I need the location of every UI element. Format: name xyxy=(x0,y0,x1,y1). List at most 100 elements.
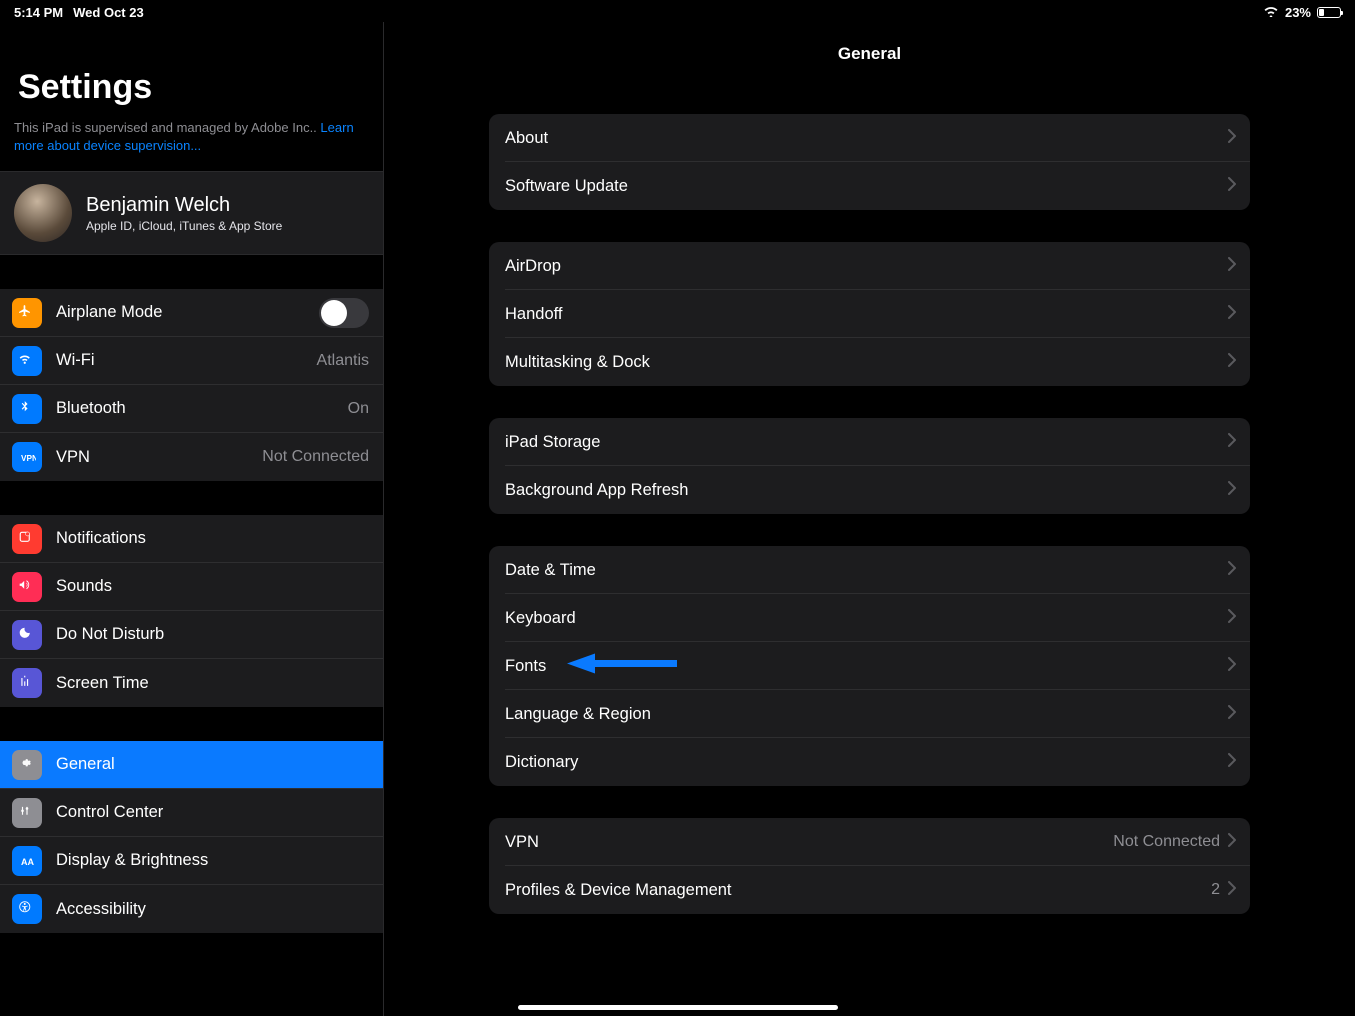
notifications-icon xyxy=(12,524,42,554)
chevron-right-icon xyxy=(1228,561,1236,580)
sidebar-item-label: Wi-Fi xyxy=(56,351,303,370)
profile-name: Benjamin Welch xyxy=(86,194,282,217)
sidebar-item-label: Notifications xyxy=(56,529,369,548)
sidebar-item-value: Atlantis xyxy=(317,352,369,370)
home-indicator[interactable] xyxy=(518,1005,838,1010)
sounds-icon xyxy=(12,572,42,602)
content-row-language-region[interactable]: Language & Region xyxy=(489,690,1250,738)
airplane-icon xyxy=(12,298,42,328)
sidebar-item-label: Sounds xyxy=(56,577,369,596)
sidebar-item-sounds[interactable]: Sounds xyxy=(0,563,383,611)
sidebar-item-notifications[interactable]: Notifications xyxy=(0,515,383,563)
content-value: Not Connected xyxy=(1113,833,1220,851)
sidebar-item-value: On xyxy=(348,400,369,418)
sidebar-item-display[interactable]: AA Display & Brightness xyxy=(0,837,383,885)
sidebar-item-label: Control Center xyxy=(56,803,369,822)
chevron-right-icon xyxy=(1228,753,1236,772)
content-label: Language & Region xyxy=(505,705,1228,724)
sidebar-item-label: Airplane Mode xyxy=(56,303,305,322)
sidebar-item-label: Bluetooth xyxy=(56,399,334,418)
chevron-right-icon xyxy=(1228,833,1236,852)
accessibility-icon xyxy=(12,894,42,924)
sidebar-item-airplane[interactable]: Airplane Mode xyxy=(0,289,383,337)
profile-subtitle: Apple ID, iCloud, iTunes & App Store xyxy=(86,219,282,233)
content-row-multitasking-dock[interactable]: Multitasking & Dock xyxy=(489,338,1250,386)
sidebar-item-label: General xyxy=(56,755,369,774)
content-row-vpn[interactable]: VPNNot Connected xyxy=(489,818,1250,866)
sidebar-item-dnd[interactable]: Do Not Disturb xyxy=(0,611,383,659)
content-label: Profiles & Device Management xyxy=(505,881,1211,900)
dnd-icon xyxy=(12,620,42,650)
content-label: Software Update xyxy=(505,177,1228,196)
profile-row[interactable]: Benjamin Welch Apple ID, iCloud, iTunes … xyxy=(0,171,383,255)
chevron-right-icon xyxy=(1228,609,1236,628)
wifi-icon xyxy=(1263,5,1279,20)
content-label: About xyxy=(505,129,1228,148)
chevron-right-icon xyxy=(1228,433,1236,452)
content-row-handoff[interactable]: Handoff xyxy=(489,290,1250,338)
wifi-icon xyxy=(12,346,42,376)
sidebar[interactable]: Settings This iPad is supervised and man… xyxy=(0,22,384,1016)
content-label: Dictionary xyxy=(505,753,1228,772)
sidebar-item-bluetooth[interactable]: Bluetooth On xyxy=(0,385,383,433)
general-icon xyxy=(12,750,42,780)
battery-percent: 23% xyxy=(1285,5,1311,20)
main-pane[interactable]: General About Software Update AirDrop Hando… xyxy=(384,22,1355,1016)
content-label: Date & Time xyxy=(505,561,1228,580)
display-icon: AA xyxy=(12,846,42,876)
chevron-right-icon xyxy=(1228,177,1236,196)
page-title: General xyxy=(384,22,1355,114)
airplane-toggle[interactable] xyxy=(319,298,369,328)
sidebar-item-controlcenter[interactable]: Control Center xyxy=(0,789,383,837)
chevron-right-icon xyxy=(1228,705,1236,724)
content-row-fonts[interactable]: Fonts xyxy=(489,642,1250,690)
supervision-notice: This iPad is supervised and managed by A… xyxy=(0,119,383,171)
sidebar-item-accessibility[interactable]: Accessibility xyxy=(0,885,383,933)
svg-text:AA: AA xyxy=(21,857,34,867)
content-row-dictionary[interactable]: Dictionary xyxy=(489,738,1250,786)
content-label: Handoff xyxy=(505,305,1228,324)
settings-title: Settings xyxy=(0,22,383,119)
sidebar-item-label: Screen Time xyxy=(56,674,369,693)
chevron-right-icon xyxy=(1228,657,1236,676)
chevron-right-icon xyxy=(1228,257,1236,276)
content-label: Keyboard xyxy=(505,609,1228,628)
chevron-right-icon xyxy=(1228,881,1236,900)
content-value: 2 xyxy=(1211,881,1220,899)
content-row-airdrop[interactable]: AirDrop xyxy=(489,242,1250,290)
vpn-icon: VPN xyxy=(12,442,42,472)
sidebar-item-wifi[interactable]: Wi-Fi Atlantis xyxy=(0,337,383,385)
sidebar-item-general[interactable]: General xyxy=(0,741,383,789)
annotation-arrow xyxy=(567,651,677,682)
content-row-background-app-refresh[interactable]: Background App Refresh xyxy=(489,466,1250,514)
screentime-icon xyxy=(12,668,42,698)
status-date: Wed Oct 23 xyxy=(73,5,144,20)
content-label: VPN xyxy=(505,833,1113,852)
sidebar-item-label: Do Not Disturb xyxy=(56,625,369,644)
content-row-software-update[interactable]: Software Update xyxy=(489,162,1250,210)
bluetooth-icon xyxy=(12,394,42,424)
content-label: AirDrop xyxy=(505,257,1228,276)
chevron-right-icon xyxy=(1228,353,1236,372)
content-label: Multitasking & Dock xyxy=(505,353,1228,372)
sidebar-item-vpn[interactable]: VPN VPN Not Connected xyxy=(0,433,383,481)
sidebar-item-label: Display & Brightness xyxy=(56,851,369,870)
sidebar-item-label: Accessibility xyxy=(56,900,369,919)
content-row-keyboard[interactable]: Keyboard xyxy=(489,594,1250,642)
sidebar-item-label: VPN xyxy=(56,448,248,467)
controlcenter-icon xyxy=(12,798,42,828)
chevron-right-icon xyxy=(1228,481,1236,500)
chevron-right-icon xyxy=(1228,305,1236,324)
svg-text:VPN: VPN xyxy=(21,454,36,463)
content-row-about[interactable]: About xyxy=(489,114,1250,162)
status-bar: 5:14 PM Wed Oct 23 23% xyxy=(0,0,1355,22)
status-time: 5:14 PM xyxy=(14,5,63,20)
battery-icon xyxy=(1317,7,1341,18)
content-row-ipad-storage[interactable]: iPad Storage xyxy=(489,418,1250,466)
content-label: iPad Storage xyxy=(505,433,1228,452)
content-label: Background App Refresh xyxy=(505,481,1228,500)
content-row-date-time[interactable]: Date & Time xyxy=(489,546,1250,594)
sidebar-item-screentime[interactable]: Screen Time xyxy=(0,659,383,707)
content-row-profiles-device-management[interactable]: Profiles & Device Management2 xyxy=(489,866,1250,914)
sidebar-item-value: Not Connected xyxy=(262,448,369,466)
